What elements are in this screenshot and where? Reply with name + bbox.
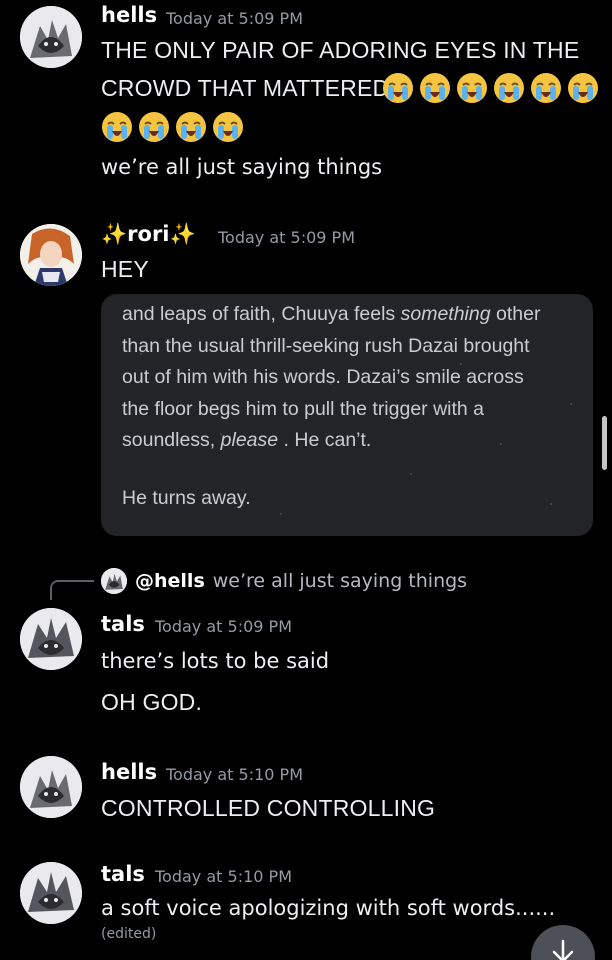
timestamp: Today at 5:10 PM xyxy=(166,765,303,784)
message-line: THE ONLY PAIR OF ADORING EYES IN THE xyxy=(101,37,580,63)
avatar[interactable] xyxy=(20,6,82,68)
message-line: OH GOD. xyxy=(101,689,203,715)
chat-screen: hells Today at 5:09 PM THE ONLY PAIR OF … xyxy=(0,0,612,960)
message-line: a soft voice apologizing with soft words… xyxy=(101,896,556,920)
embed-line: He turns away. xyxy=(122,487,251,509)
loudly-crying-face-icon xyxy=(139,112,169,142)
embed-line: out of him with his words. Dazai’s smile… xyxy=(122,366,524,388)
author-name[interactable]: hells xyxy=(101,3,157,27)
message-line: HEY xyxy=(101,256,149,282)
reply-reference[interactable]: @hells we’re all just saying things xyxy=(101,566,467,596)
author-name[interactable]: tals xyxy=(101,862,145,886)
reply-mention[interactable]: @hells xyxy=(135,570,205,592)
scrollbar-thumb[interactable] xyxy=(602,416,607,470)
timestamp: Today at 5:09 PM xyxy=(166,9,303,28)
reply-spine xyxy=(50,580,94,600)
reply-preview-text: we’re all just saying things xyxy=(212,570,468,592)
reply-avatar xyxy=(101,568,127,594)
embed-line: than the usual thrill-seeking rush Dazai… xyxy=(122,335,530,357)
embed-line: the floor begs him to pull the trigger w… xyxy=(122,398,485,420)
avatar[interactable] xyxy=(20,862,82,924)
emoji-row xyxy=(382,72,599,104)
message-line: CROWD THAT MATTERED xyxy=(101,75,390,101)
loudly-crying-face-icon xyxy=(568,73,598,103)
author-name[interactable]: tals xyxy=(101,612,145,636)
timestamp: Today at 5:09 PM xyxy=(218,228,355,247)
sparkles-icon: ✨ xyxy=(101,222,128,246)
jump-to-present-button[interactable] xyxy=(531,925,595,960)
loudly-crying-face-icon xyxy=(102,112,132,142)
author-name[interactable]: hells xyxy=(101,760,157,784)
emoji-row xyxy=(101,111,244,143)
embed-line: soundless, please . He can’t. xyxy=(122,429,372,451)
author-name[interactable]: ✨rori✨ xyxy=(101,222,196,247)
loudly-crying-face-icon xyxy=(176,112,206,142)
loudly-crying-face-icon xyxy=(213,112,243,142)
embed-line: and leaps of faith, Chuuya feels somethi… xyxy=(122,303,541,325)
message-line: there’s lots to be said xyxy=(101,649,330,673)
edited-label: (edited) xyxy=(101,926,157,942)
loudly-crying-face-icon xyxy=(420,73,450,103)
avatar[interactable] xyxy=(20,224,82,286)
timestamp: Today at 5:09 PM xyxy=(155,617,292,636)
avatar[interactable] xyxy=(20,756,82,818)
arrow-down-icon xyxy=(552,939,574,960)
loudly-crying-face-icon xyxy=(383,73,413,103)
loudly-crying-face-icon xyxy=(457,73,487,103)
message-line: CONTROLLED CONTROLLING xyxy=(101,795,436,821)
loudly-crying-face-icon xyxy=(531,73,561,103)
story-excerpt-embed[interactable]: and leaps of faith, Chuuya feels somethi… xyxy=(101,294,593,536)
loudly-crying-face-icon xyxy=(494,73,524,103)
timestamp: Today at 5:10 PM xyxy=(155,867,292,886)
message-line: we’re all just saying things xyxy=(101,155,383,179)
sparkles-icon: ✨ xyxy=(169,222,196,246)
avatar[interactable] xyxy=(20,608,82,670)
